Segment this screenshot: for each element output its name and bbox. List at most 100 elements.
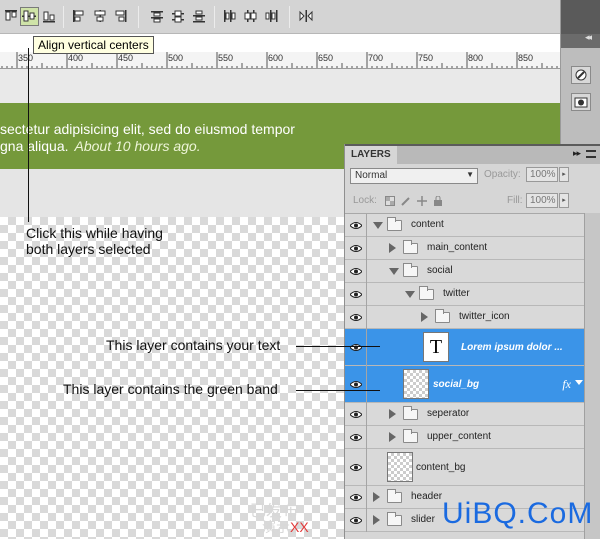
lock-image-icon[interactable]	[401, 196, 411, 206]
expand-triangle-icon[interactable]	[389, 243, 396, 253]
eye-icon[interactable]	[345, 366, 367, 403]
blend-mode-value: Normal	[355, 170, 388, 181]
distribute-bottom-icon[interactable]	[192, 9, 206, 23]
leader-line-text	[296, 346, 380, 347]
lock-all-icon[interactable]	[433, 196, 443, 206]
layers-panel: LAYERS ▸▸ Normal ▼ Opacity: 100% ▸ Lock: …	[344, 144, 600, 539]
eye-icon[interactable]	[345, 283, 367, 306]
eye-icon[interactable]	[345, 426, 367, 449]
align-left-edges-icon[interactable]	[72, 9, 86, 23]
layer-effects-icon[interactable]: fx	[562, 377, 571, 392]
layer-name: header	[411, 491, 443, 502]
layer-row-seperator[interactable]: seperator	[345, 403, 585, 426]
layer-row-social-bg[interactable]: fx social_bg	[345, 366, 585, 403]
lock-position-icon[interactable]	[417, 196, 427, 206]
band-timestamp: About 10 hours ago.	[74, 138, 201, 154]
ruler-label: 550	[218, 53, 234, 63]
chevron-down-icon: ▼	[466, 170, 474, 179]
align-vertical-centers-icon[interactable]	[20, 7, 39, 26]
expand-triangle-icon[interactable]	[373, 492, 380, 502]
ruler-label: 400	[68, 53, 84, 63]
opacity-label: Opacity:	[484, 169, 521, 180]
expand-triangle-icon[interactable]	[373, 515, 380, 525]
opacity-slider-icon[interactable]: ▸	[559, 167, 569, 182]
expand-effects-icon[interactable]	[575, 380, 583, 385]
transparent-canvas	[0, 217, 345, 539]
folder-icon	[435, 309, 450, 323]
auto-align-layers-icon[interactable]	[299, 9, 313, 23]
layer-name: social	[427, 265, 453, 276]
collapse-icon[interactable]: ▸▸	[573, 148, 581, 159]
layer-row-social[interactable]: social	[345, 260, 585, 283]
eye-icon[interactable]	[345, 486, 367, 509]
ruler-label: 600	[268, 53, 284, 63]
align-bottom-edges-icon[interactable]	[42, 9, 56, 23]
fill-slider-icon[interactable]: ▸	[559, 193, 569, 208]
fill-label: Fill:	[507, 195, 523, 206]
eye-icon[interactable]	[345, 260, 367, 283]
ruler-label: 850	[518, 53, 534, 63]
panel-menu-icon[interactable]	[586, 150, 596, 158]
layers-list: content main_contentsocial twitter twitter_…	[345, 213, 600, 539]
watermark-cn-b: 演示XX	[262, 517, 309, 537]
layer-row-lorem-ipsum-dolor[interactable]: T Lorem ipsum dolor ...	[345, 329, 585, 366]
eye-icon[interactable]	[345, 449, 367, 486]
layer-name: twitter_icon	[459, 311, 510, 322]
layer-row-content[interactable]: content	[345, 214, 585, 237]
ruler-label: 500	[168, 53, 184, 63]
align-top-edges-icon[interactable]	[4, 9, 18, 23]
ruler-label: 350	[18, 53, 34, 63]
eye-icon[interactable]	[345, 509, 367, 532]
band-text-line2-body: gna aliqua.	[0, 138, 69, 154]
canvas-area-top	[0, 69, 560, 103]
expand-triangle-icon[interactable]	[389, 432, 396, 442]
expand-triangle-icon[interactable]	[389, 409, 396, 419]
brush-preset-icon[interactable]	[571, 66, 591, 84]
lock-transparent-icon[interactable]	[385, 196, 395, 206]
collapse-triangle-icon[interactable]	[373, 222, 383, 229]
layer-thumbnail	[403, 369, 429, 399]
distribute-vertical-centers-icon[interactable]	[171, 9, 185, 23]
folder-icon	[403, 429, 418, 443]
layer-name: main_content	[427, 242, 488, 253]
layer-row-twitter[interactable]: twitter	[345, 283, 585, 306]
layers-scrollbar[interactable]	[584, 213, 600, 539]
align-horizontal-centers-icon[interactable]	[93, 9, 107, 23]
ruler-label: 650	[318, 53, 334, 63]
horizontal-ruler: 350 400 450 500 550 600 650 700 750 800 850	[0, 52, 560, 69]
camera-icon[interactable]	[571, 93, 591, 111]
collapse-triangle-icon[interactable]	[405, 291, 415, 298]
align-right-edges-icon[interactable]	[113, 9, 127, 23]
folder-icon	[419, 286, 434, 300]
distribute-top-icon[interactable]	[150, 9, 164, 23]
eye-icon[interactable]	[345, 237, 367, 260]
eye-icon[interactable]	[345, 306, 367, 329]
expand-triangle-icon[interactable]	[421, 312, 428, 322]
layer-row-main-content[interactable]: main_content	[345, 237, 585, 260]
layer-row-twitter-icon[interactable]: twitter_icon	[345, 306, 585, 329]
layer-name: slider	[411, 514, 435, 525]
layer-row-content-bg[interactable]: content_bg	[345, 449, 585, 486]
fill-field[interactable]: 100%	[526, 193, 558, 208]
eye-icon[interactable]	[345, 403, 367, 426]
distribute-left-icon[interactable]	[222, 9, 236, 23]
opacity-field[interactable]: 100%	[526, 167, 558, 182]
eye-icon[interactable]	[345, 214, 367, 237]
distribute-horizontal-centers-icon[interactable]	[243, 9, 257, 23]
leader-line-band	[296, 390, 380, 391]
layer-name: seperator	[427, 408, 470, 419]
distribute-right-icon[interactable]	[264, 9, 278, 23]
folder-icon	[387, 217, 402, 231]
blend-mode-select[interactable]: Normal ▼	[350, 168, 478, 184]
layer-name: content	[411, 219, 444, 230]
layer-row-upper-content[interactable]: upper_content	[345, 426, 585, 449]
ruler-label: 700	[368, 53, 384, 63]
click-annotation: Click this while having both layers sele…	[26, 225, 163, 257]
layer-name: upper_content	[427, 431, 491, 442]
collapse-triangle-icon[interactable]	[389, 268, 399, 275]
layers-tab[interactable]: LAYERS	[345, 146, 397, 164]
ruler-label: 450	[118, 53, 134, 63]
watermark-brand: UiBQ.CoM	[442, 497, 594, 530]
folder-icon	[403, 263, 418, 277]
eye-icon[interactable]	[345, 329, 367, 366]
